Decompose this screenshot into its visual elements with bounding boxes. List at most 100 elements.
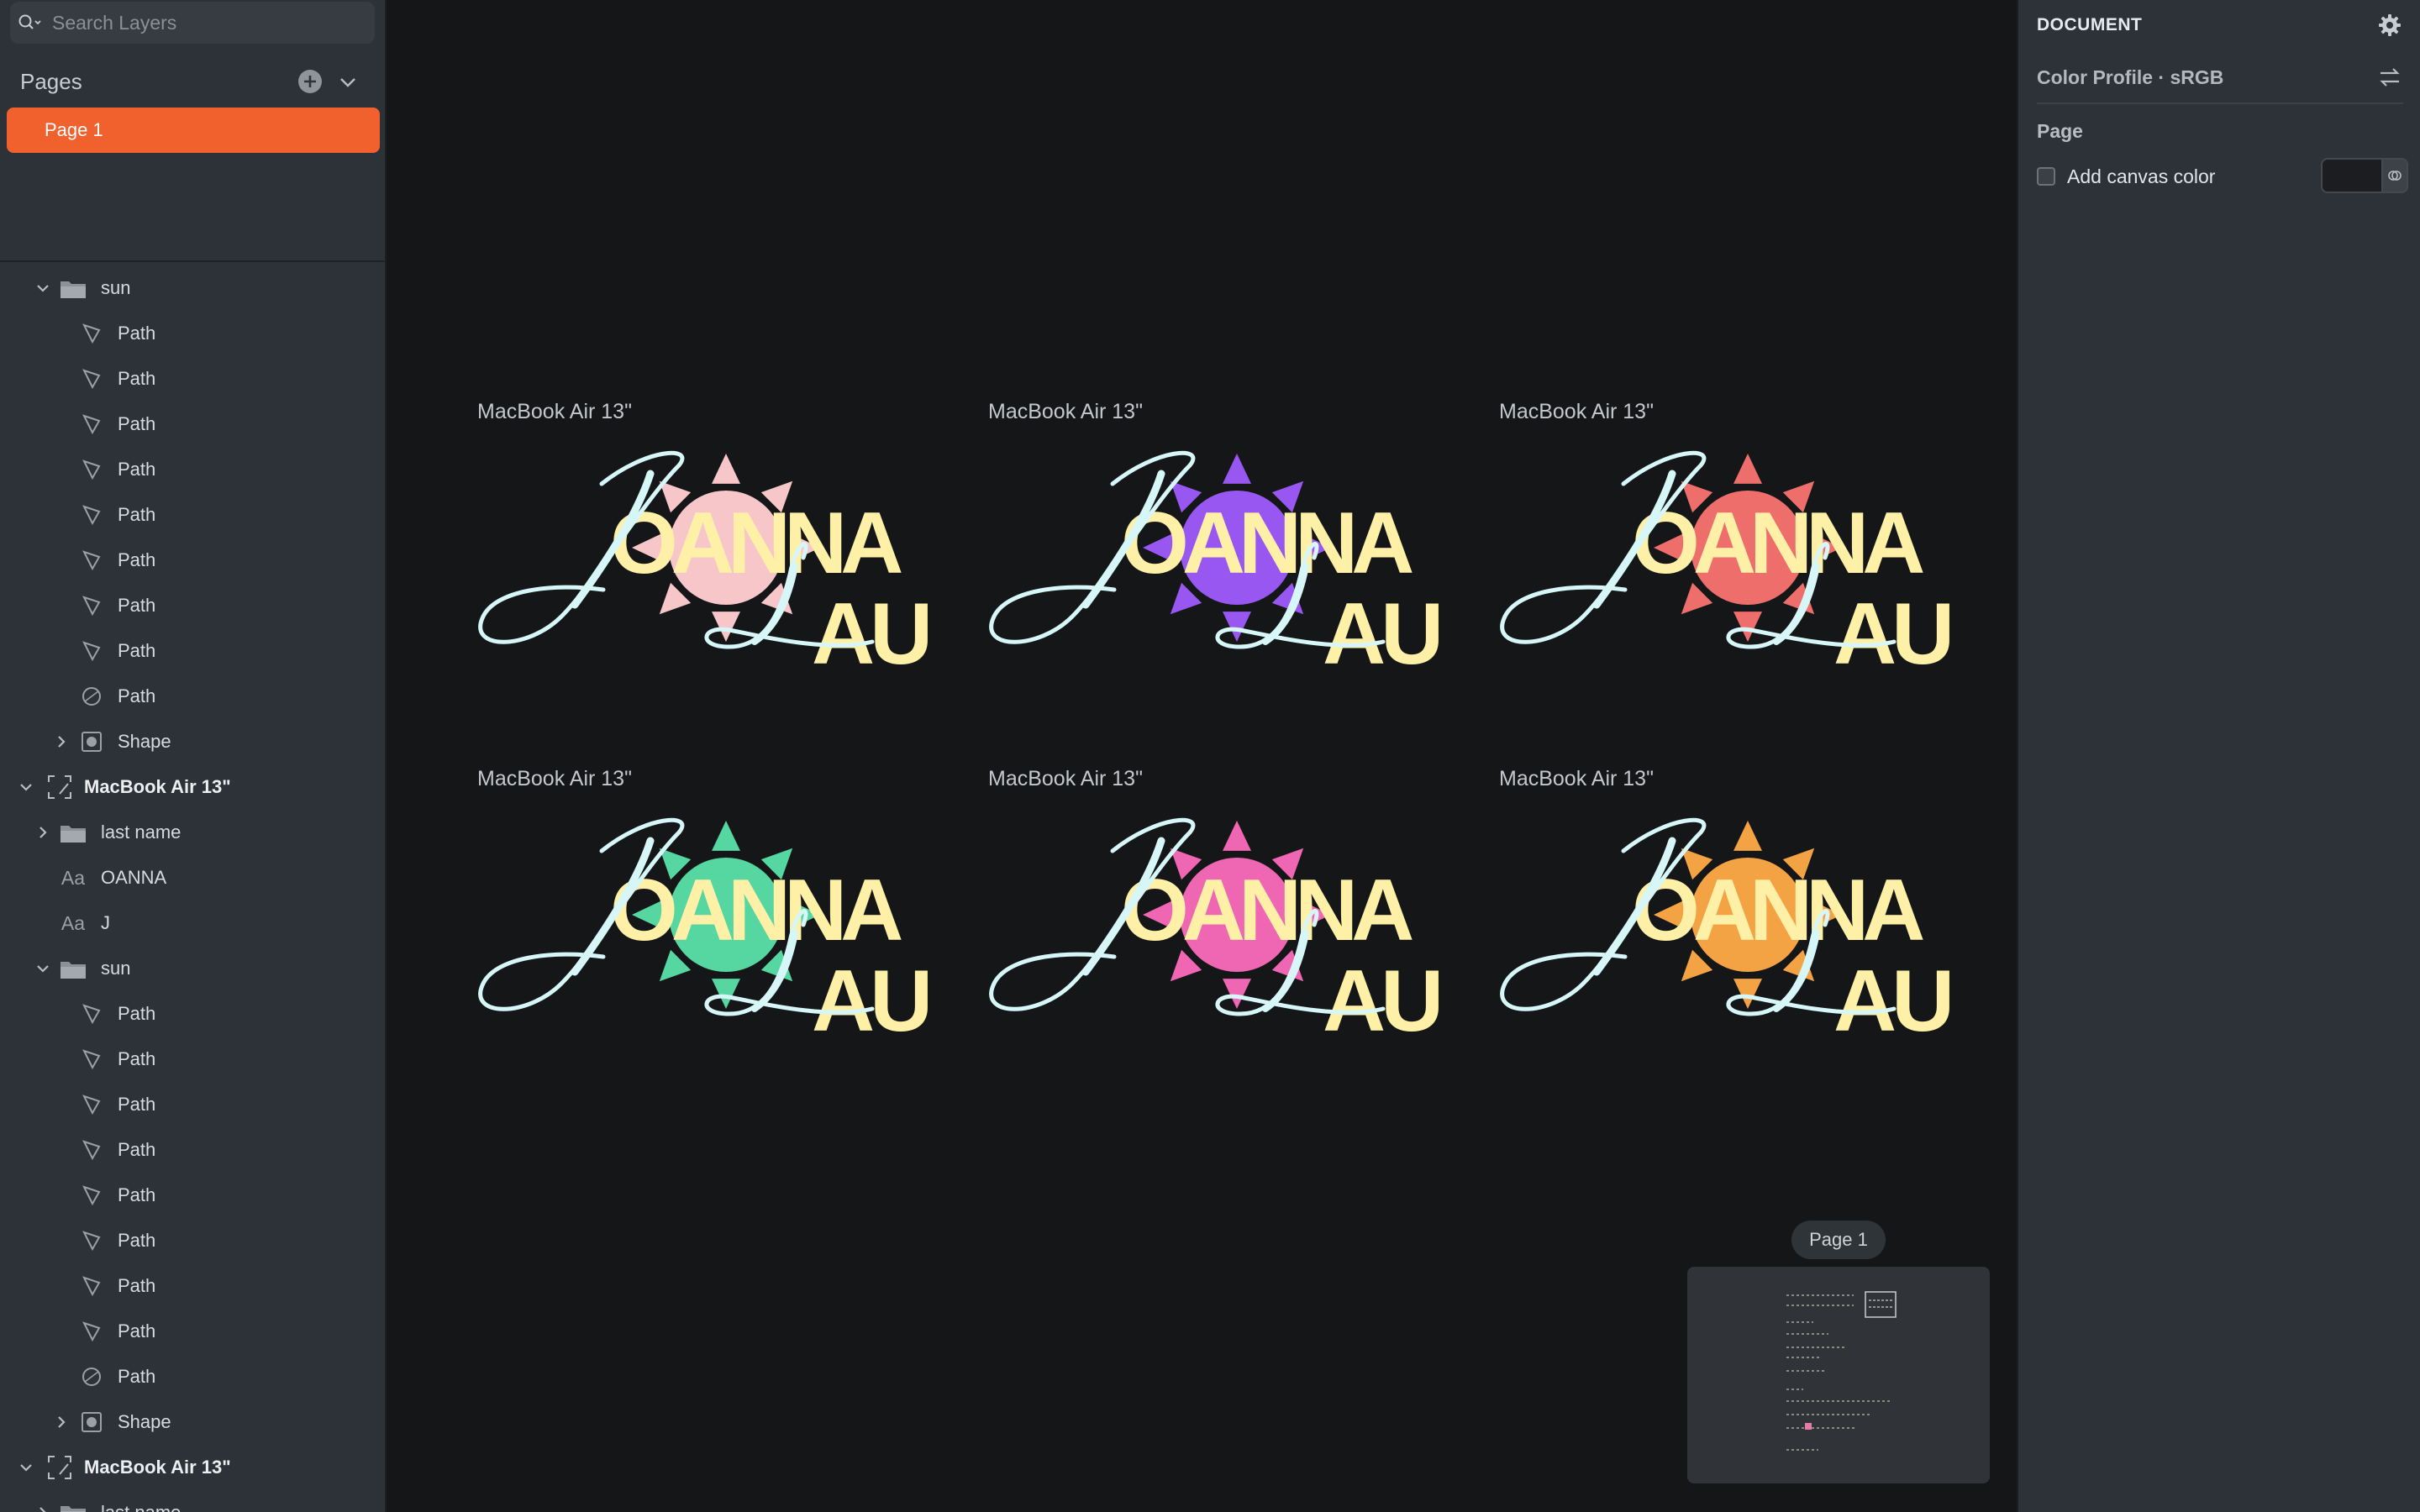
layer-row-text[interactable]: Aa J <box>0 900 385 946</box>
layer-row-group[interactable]: sun <box>0 265 385 311</box>
layer-label: Path <box>118 368 156 389</box>
chevron-right-icon[interactable] <box>34 1504 52 1512</box>
minimap[interactable] <box>1687 1267 1990 1483</box>
chevron-down-icon[interactable] <box>17 778 35 796</box>
canvas-color-label[interactable]: Add canvas color <box>2067 165 2215 188</box>
chevron-down-icon[interactable] <box>17 1458 35 1477</box>
path-icon <box>77 1047 106 1072</box>
path-icon <box>77 321 106 346</box>
chevron-right-icon[interactable] <box>52 1413 71 1431</box>
chevron-down-icon[interactable] <box>34 279 52 297</box>
layer-row-shape[interactable]: Shape <box>0 1399 385 1445</box>
search-bar[interactable] <box>10 2 375 44</box>
add-page-icon[interactable] <box>297 69 323 94</box>
artboard-title[interactable]: MacBook Air 13" <box>1499 767 1654 791</box>
chevron-down-icon[interactable] <box>336 71 360 94</box>
layer-row-artboard[interactable]: MacBook Air 13" <box>0 1445 385 1490</box>
layer-row-path[interactable]: Path <box>0 1173 385 1218</box>
pages-title: Pages <box>20 68 82 94</box>
swap-arrows-icon[interactable] <box>2376 64 2403 91</box>
path-icon <box>77 638 106 664</box>
shape-icon <box>77 729 106 754</box>
layer-label: Path <box>118 549 156 570</box>
canvas-color-row: Add canvas color <box>2037 158 2408 193</box>
path-icon <box>77 1319 106 1344</box>
layer-row-path[interactable]: Path <box>0 402 385 447</box>
logo-joanna-lau: OANNA AU <box>988 440 1449 683</box>
layer-label: Path <box>118 459 156 480</box>
last-name-text: AU <box>812 953 928 1039</box>
layer-row-path[interactable]: Path <box>0 538 385 583</box>
path-icon <box>77 1092 106 1117</box>
layer-row-path[interactable]: Path <box>0 492 385 538</box>
layer-row-path[interactable]: Path <box>0 628 385 674</box>
page-item-page-1[interactable]: Page 1 <box>7 108 380 153</box>
artboard-title[interactable]: MacBook Air 13" <box>477 767 632 791</box>
folder-icon <box>59 276 87 301</box>
layer-row-path[interactable]: Path <box>0 1263 385 1309</box>
minimap-preview <box>1786 1291 1897 1451</box>
path-icon <box>77 1001 106 1026</box>
last-name-text: AU <box>1323 953 1439 1039</box>
path-icon <box>77 1137 106 1163</box>
layer-row-group[interactable]: last name <box>0 810 385 855</box>
first-name-text: OANNA <box>1632 862 1923 959</box>
layer-row-text[interactable]: Aa OANNA <box>0 855 385 900</box>
layer-row-path[interactable]: Path <box>0 356 385 402</box>
path-icon <box>77 1273 106 1299</box>
layer-label: Shape <box>118 731 171 752</box>
layer-row-oval[interactable]: Path <box>0 1354 385 1399</box>
color-profile-label[interactable]: Color Profile · sRGB <box>2037 66 2223 89</box>
pages-divider[interactable] <box>0 260 385 262</box>
chevron-down-icon[interactable] <box>34 959 52 978</box>
layer-row-path[interactable]: Path <box>0 447 385 492</box>
layer-row-path[interactable]: Path <box>0 1218 385 1263</box>
last-name-text: AU <box>1323 585 1439 672</box>
layer-row-artboard[interactable]: MacBook Air 13" <box>0 764 385 810</box>
layer-row-path[interactable]: Path <box>0 311 385 356</box>
logo-joanna-lau: OANNA AU <box>477 807 938 1050</box>
artboard-title[interactable]: MacBook Air 13" <box>988 767 1143 791</box>
folder-icon <box>59 820 87 845</box>
oval-path-icon <box>77 684 106 709</box>
path-icon <box>77 1228 106 1253</box>
search-icon[interactable] <box>10 13 50 32</box>
artboard-title[interactable]: MacBook Air 13" <box>477 400 632 424</box>
artboard-title[interactable]: MacBook Air 13" <box>988 400 1143 424</box>
layer-label: sun <box>101 277 131 298</box>
layer-label: MacBook Air 13" <box>84 776 231 797</box>
layer-row-path[interactable]: Path <box>0 1082 385 1127</box>
canvas-color-well[interactable] <box>2321 158 2383 193</box>
first-name-text: OANNA <box>1632 495 1923 592</box>
layer-row-path[interactable]: Path <box>0 1037 385 1082</box>
layer-row-group[interactable]: sun <box>0 946 385 991</box>
layer-label: Path <box>118 685 156 706</box>
layer-row-oval[interactable]: Path <box>0 674 385 719</box>
first-name-text: OANNA <box>610 862 902 959</box>
layer-row-path[interactable]: Path <box>0 1309 385 1354</box>
layers-sidebar: Pages Page 1 sun Path Path Path Path Path Path… <box>0 0 387 1512</box>
layer-label: Shape <box>118 1411 171 1432</box>
artboard-title[interactable]: MacBook Air 13" <box>1499 400 1654 424</box>
layer-label: Path <box>118 1048 156 1069</box>
artboard-icon <box>45 774 74 800</box>
layer-label: Path <box>118 640 156 661</box>
layer-row-path[interactable]: Path <box>0 1127 385 1173</box>
layer-row-path[interactable]: Path <box>0 583 385 628</box>
layer-label: Path <box>118 595 156 616</box>
layer-row-shape[interactable]: Shape <box>0 719 385 764</box>
layer-row-group[interactable]: last name <box>0 1490 385 1512</box>
inspector-title: DOCUMENT <box>2037 15 2143 34</box>
canvas-color-checkbox[interactable] <box>2037 167 2055 186</box>
layer-label: Path <box>118 1184 156 1205</box>
gear-icon[interactable] <box>2376 12 2403 39</box>
color-picker-icon[interactable] <box>2381 158 2408 193</box>
minimap-page-label-text: Page 1 <box>1809 1229 1868 1250</box>
chevron-right-icon[interactable] <box>34 823 52 842</box>
chevron-right-icon[interactable] <box>52 732 71 751</box>
last-name-text: AU <box>1833 953 1949 1039</box>
layer-row-path[interactable]: Path <box>0 991 385 1037</box>
path-icon <box>77 593 106 618</box>
search-input[interactable] <box>50 10 356 35</box>
layer-label: Path <box>118 1230 156 1251</box>
